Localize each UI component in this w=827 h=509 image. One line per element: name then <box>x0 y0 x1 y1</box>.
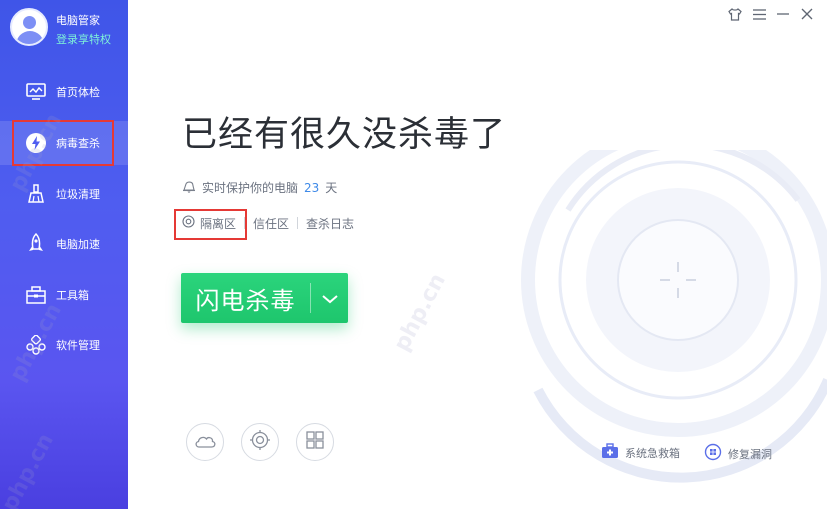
window-controls <box>727 6 815 22</box>
protection-status: 实时保护你的电脑 23 天 <box>182 179 337 196</box>
avatar[interactable] <box>10 8 48 46</box>
cloud-icon <box>194 433 216 452</box>
protect-unit: 天 <box>325 181 338 195</box>
sidebar-item-label: 软件管理 <box>56 339 100 352</box>
app-manager-icon <box>25 334 47 356</box>
highlight-box <box>12 120 114 166</box>
sidebar-item-label: 工具箱 <box>56 289 89 302</box>
toolbox-icon <box>25 284 47 306</box>
sidebar-item-label: 电脑加速 <box>56 238 100 251</box>
sidebar-item-label: 垃圾清理 <box>56 188 100 201</box>
sidebar-item-cleanup[interactable]: 垃圾清理 <box>0 172 128 216</box>
patch-icon <box>704 443 722 464</box>
bell-icon <box>182 180 196 196</box>
scan-log-link[interactable]: 查杀日志 <box>298 212 362 234</box>
watermark: php.cn <box>0 429 59 509</box>
sidebar-item-label: 首页体检 <box>56 86 100 99</box>
login-link[interactable]: 登录享特权 <box>56 31 111 47</box>
menu-icon[interactable] <box>751 6 767 22</box>
repair-vulnerability-link[interactable]: 修复漏洞 <box>704 443 772 464</box>
close-icon[interactable] <box>799 6 815 22</box>
skin-icon[interactable] <box>727 6 743 22</box>
first-aid-kit-icon <box>601 443 619 462</box>
quick-scan-button: 闪电杀毒 <box>181 273 348 323</box>
watermark: php.cn <box>389 269 451 356</box>
chevron-down-icon <box>321 289 338 308</box>
target-icon <box>250 430 270 454</box>
sidebar-item-software[interactable]: 软件管理 <box>0 323 128 367</box>
scan-options-dropdown[interactable] <box>311 273 348 323</box>
profile: 电脑管家 登录享特权 <box>10 8 125 50</box>
scan-log-label: 查杀日志 <box>306 216 355 231</box>
protect-days: 23 <box>304 180 320 195</box>
sidebar-item-speedup[interactable]: 电脑加速 <box>0 222 128 266</box>
protect-text: 实时保护你的电脑 <box>202 181 299 195</box>
quick-scan-main[interactable]: 闪电杀毒 <box>181 273 310 323</box>
rescue-box-label: 系统急救箱 <box>625 446 680 460</box>
rocket-icon <box>25 233 47 255</box>
repair-label: 修复漏洞 <box>728 447 772 461</box>
system-scan-button[interactable] <box>296 423 334 461</box>
page-title: 已经有很久没杀毒了 <box>182 115 507 155</box>
trust-zone-link[interactable]: 信任区 <box>245 212 297 234</box>
monitor-icon <box>25 81 47 103</box>
highlight-box <box>174 209 247 240</box>
sidebar: 电脑管家 登录享特权 首页体检 病毒查杀 垃圾清理 电脑加速 工具箱 软件管理 … <box>0 0 128 509</box>
sidebar-item-toolbox[interactable]: 工具箱 <box>0 273 128 317</box>
main-panel: 已经有很久没杀毒了 实时保护你的电脑 23 天 隔离区 信任区 查杀日志 闪电杀… <box>128 0 827 509</box>
cloud-scan-button[interactable] <box>186 423 224 461</box>
custom-scan-button[interactable] <box>241 423 279 461</box>
windows-icon <box>306 431 324 453</box>
trust-zone-label: 信任区 <box>253 216 290 231</box>
minimize-icon[interactable] <box>775 6 791 22</box>
rescue-box-link[interactable]: 系统急救箱 <box>601 443 680 462</box>
sidebar-item-home-check[interactable]: 首页体检 <box>0 70 128 114</box>
broom-icon <box>25 183 47 205</box>
profile-name: 电脑管家 <box>56 14 100 27</box>
